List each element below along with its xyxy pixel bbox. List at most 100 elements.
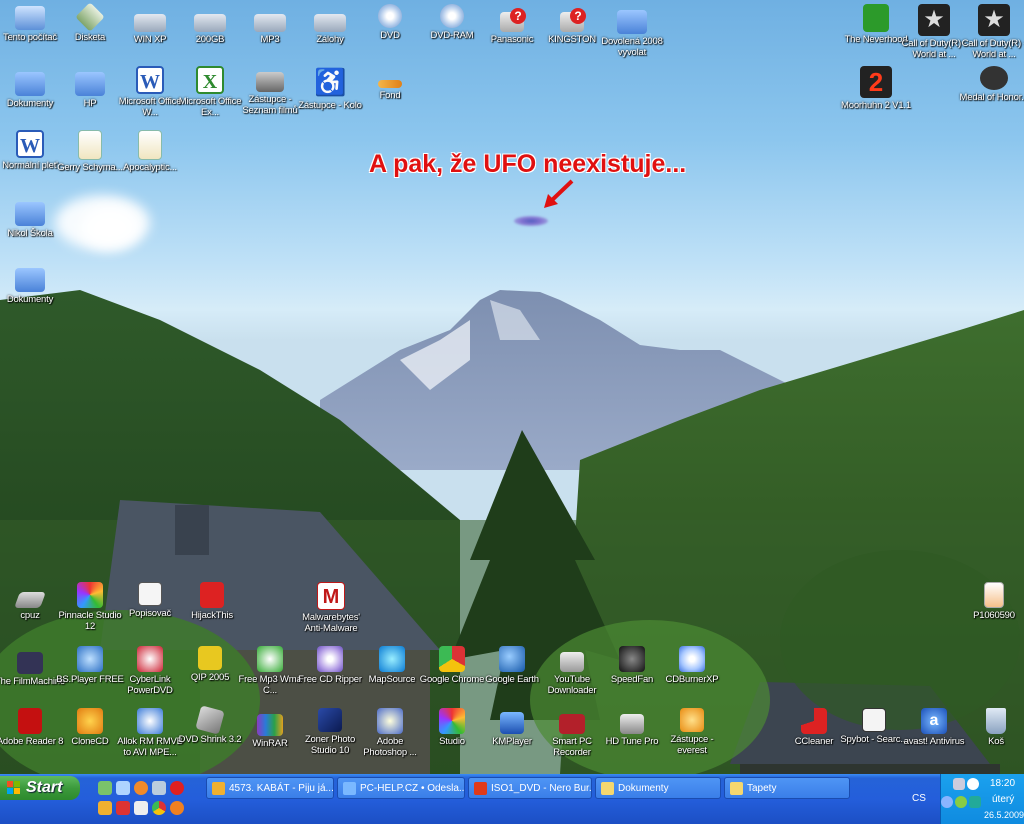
desktop-icon[interactable]: M Malwarebytes' Anti-Malware	[294, 582, 368, 644]
taskbar-button[interactable]: PC-HELP.CZ • Odesla...	[337, 777, 465, 799]
drive-icon	[314, 14, 346, 32]
cdburner-icon	[679, 646, 705, 672]
notes-icon[interactable]	[134, 801, 148, 815]
flower-tray-icon[interactable]	[955, 796, 967, 808]
folder-icon	[15, 268, 45, 292]
folder-task-icon	[601, 782, 614, 795]
desktop-icon[interactable]: Dokumenty	[0, 262, 66, 324]
network-icon[interactable]	[152, 781, 166, 795]
desktop-icon[interactable]: 2 Moorhuhn 2 V1.1	[840, 66, 912, 128]
show-desktop-icon[interactable]	[98, 781, 112, 795]
neverhood-icon	[863, 4, 889, 32]
avast-icon[interactable]	[170, 801, 184, 815]
desktop-icon[interactable]: P1060590	[958, 582, 1024, 644]
cpuz-icon	[14, 592, 46, 608]
network-tray-icon[interactable]	[953, 778, 965, 790]
opera-icon[interactable]	[170, 781, 184, 795]
desktop-icon[interactable]: Dovolená 2008 vyvolat	[596, 4, 668, 66]
adobe-reader-icon	[18, 708, 42, 734]
malwarebytes-icon: M	[317, 582, 345, 610]
pinnacle-icon	[77, 582, 103, 608]
dvdshrink-icon	[195, 705, 225, 735]
desktop-icon[interactable]: Koš	[960, 708, 1024, 770]
desktop[interactable]: A pak, že UFO neexistuje... Tento počíta…	[0, 0, 1024, 774]
recycle-bin-icon	[986, 708, 1006, 734]
camera-icon	[256, 72, 284, 92]
taskbar-button[interactable]: 4573. KABÁT - Piju já...	[206, 777, 334, 799]
ufo-caption: A pak, že UFO neexistuje...	[369, 150, 687, 178]
hijackthis-icon	[200, 582, 224, 608]
shield-tray-icon[interactable]	[969, 796, 981, 808]
accessibility-icon: ♿	[314, 67, 347, 97]
desktop-icon[interactable]: Fond	[354, 66, 426, 128]
hdtune-icon	[620, 714, 644, 734]
word-icon: W	[136, 66, 164, 94]
google-earth-icon	[499, 646, 525, 672]
allok-icon	[137, 708, 163, 734]
desktop-icon[interactable]: Apocalyptic...	[114, 130, 186, 192]
desktop-icon[interactable]: CDBurnerXP	[656, 646, 728, 708]
cod-icon: ★	[918, 4, 950, 36]
clock-day: úterý	[992, 794, 1015, 805]
firefox-icon[interactable]	[134, 781, 148, 795]
desktop-icon[interactable]: HijackThis	[176, 582, 248, 644]
dvd-drive-icon	[378, 4, 402, 28]
cloud	[80, 205, 140, 250]
red-arrow-icon	[544, 179, 574, 208]
script-icon	[138, 130, 162, 160]
desktop-icon[interactable]: Zástupce - everest	[656, 708, 728, 770]
clock-time[interactable]: 18:20	[990, 778, 1015, 789]
recorder-icon	[559, 714, 585, 734]
removable-drive-icon	[560, 8, 586, 32]
taskbar-button[interactable]: ISO1_DVD - Nero Bur...	[468, 777, 592, 799]
removable-drive-icon	[500, 8, 526, 32]
folder-task-icon	[730, 782, 743, 795]
save-icon[interactable]	[116, 801, 130, 815]
image-file-icon	[984, 582, 1004, 608]
documents-folder-icon	[15, 72, 45, 96]
desktop-icon[interactable]: Medal of Honor...	[958, 66, 1024, 128]
winamp-icon[interactable]	[98, 801, 112, 815]
ie-icon[interactable]	[116, 781, 130, 795]
powerdvd-icon	[137, 646, 163, 672]
back-tray-icon[interactable]	[941, 796, 953, 808]
speedfan-icon	[619, 646, 645, 672]
qip-icon	[198, 646, 222, 670]
clock-date: 26.5.2009	[984, 810, 1024, 820]
windows-logo-icon	[7, 781, 21, 795]
taskbar-button[interactable]: Dokumenty	[595, 777, 721, 799]
start-button[interactable]: Start	[0, 776, 80, 800]
moorhuhn-icon: 2	[860, 66, 892, 98]
kmplayer-icon	[500, 712, 524, 734]
winrar-icon	[257, 714, 283, 736]
everest-icon	[680, 708, 704, 732]
filmmachine-icon	[17, 652, 43, 674]
desktop-icon[interactable]: ★ Call of Duty(R) - World at ...	[958, 4, 1024, 66]
taskbar-button-label: Dokumenty	[618, 783, 669, 794]
computer-icon	[15, 6, 45, 30]
chrome-icon[interactable]	[152, 801, 166, 815]
ie-task-icon	[343, 782, 356, 795]
avast-icon: a	[921, 708, 947, 734]
taskbar-button-label: PC-HELP.CZ • Odesla...	[360, 783, 465, 794]
excel-icon: X	[196, 66, 224, 94]
cod-icon: ★	[978, 4, 1010, 36]
drive-icon	[134, 14, 166, 32]
taskbar-button-label: ISO1_DVD - Nero Bur...	[491, 783, 592, 794]
taskbar-button-label: 4573. KABÁT - Piju já...	[229, 783, 334, 794]
language-indicator[interactable]: CS	[912, 793, 926, 804]
script-icon	[78, 130, 102, 160]
ufo	[514, 216, 548, 226]
drive-icon	[194, 14, 226, 32]
winamp-task-icon	[212, 782, 225, 795]
start-label: Start	[26, 779, 63, 796]
messenger-tray-icon[interactable]	[967, 778, 979, 790]
dvd-drive-icon	[440, 4, 464, 28]
zoner-icon	[318, 708, 342, 732]
floppy-icon	[75, 2, 105, 32]
taskbar-button[interactable]: Tapety	[724, 777, 850, 799]
desktop-icon[interactable]: Nikol Škola	[0, 196, 66, 258]
taskbar-button-label: Tapety	[747, 783, 777, 794]
popisovac-icon	[138, 582, 162, 606]
folder-icon	[15, 202, 45, 226]
